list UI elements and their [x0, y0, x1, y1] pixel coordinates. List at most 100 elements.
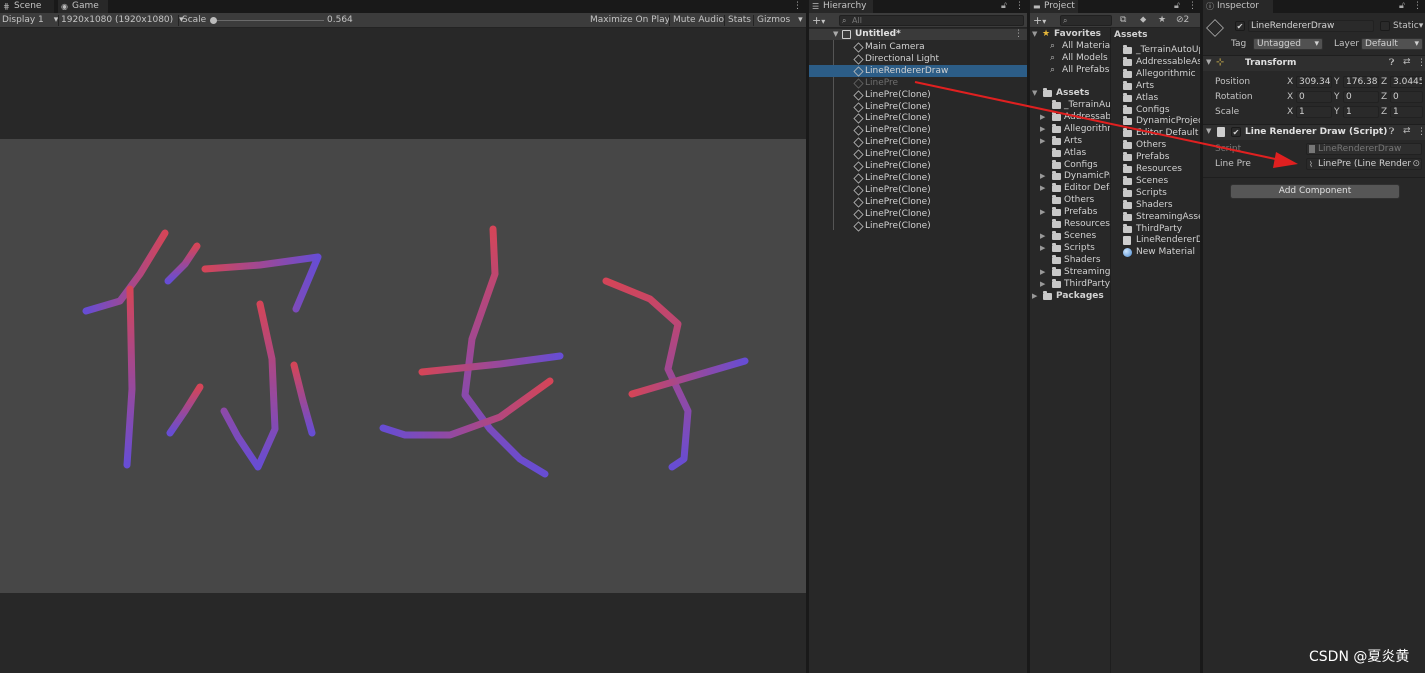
- rotation-y-field[interactable]: 0: [1343, 91, 1379, 103]
- axis-label[interactable]: Z: [1381, 106, 1387, 118]
- project-folder[interactable]: _TerrainAu: [1040, 99, 1110, 111]
- lock-icon[interactable]: 🔓︎: [1001, 0, 1007, 13]
- script-component-header[interactable]: ▼ ✔ Line Renderer Draw (Script) ❓︎ ⇄ ⋮: [1203, 124, 1425, 140]
- favorites-item[interactable]: ⌕ All Materia: [1050, 40, 1110, 52]
- project-folder[interactable]: Atlas: [1040, 147, 1110, 159]
- favorite-star-icon[interactable]: ★: [1158, 13, 1166, 28]
- collapse-arrow-icon[interactable]: ▼: [1032, 28, 1037, 40]
- hierarchy-item[interactable]: Main Camera: [809, 41, 1027, 53]
- expand-arrow-icon[interactable]: ▶: [1040, 278, 1045, 290]
- tab-game[interactable]: ◉ Game: [58, 0, 108, 13]
- asset-item[interactable]: Configs: [1123, 104, 1200, 116]
- favorites-item[interactable]: ⌕ All Models: [1050, 52, 1110, 64]
- expand-arrow-icon[interactable]: ▶: [1032, 290, 1037, 302]
- tag-dropdown[interactable]: Untagged ▾: [1253, 38, 1323, 50]
- axis-label[interactable]: Y: [1334, 76, 1340, 88]
- asset-item[interactable]: Atlas: [1123, 92, 1200, 104]
- axis-label[interactable]: X: [1287, 91, 1293, 103]
- hierarchy-item[interactable]: LinePre(Clone): [809, 89, 1027, 101]
- hierarchy-item[interactable]: LinePre(Clone): [809, 220, 1027, 232]
- hierarchy-item[interactable]: LinePre(Clone): [809, 208, 1027, 220]
- asset-item[interactable]: AddressableAss: [1123, 56, 1200, 68]
- expand-arrow-icon[interactable]: ▶: [1040, 170, 1045, 182]
- tab-scene[interactable]: ⋕ Scene: [0, 0, 54, 13]
- asset-item[interactable]: New Material: [1123, 246, 1200, 258]
- add-component-button[interactable]: Add Component: [1230, 184, 1400, 199]
- hidden-packages-button[interactable]: ⊘2: [1176, 13, 1189, 28]
- panel-menu-icon[interactable]: ⋮: [793, 0, 802, 13]
- layer-dropdown[interactable]: Default ▾: [1361, 38, 1423, 50]
- hierarchy-item[interactable]: LinePre(Clone): [809, 184, 1027, 196]
- component-enabled-checkbox[interactable]: ✔: [1231, 127, 1241, 137]
- create-button[interactable]: +▾: [812, 13, 825, 29]
- asset-item[interactable]: Allegorithmic: [1123, 68, 1200, 80]
- project-folder[interactable]: ▶ Prefabs: [1040, 206, 1110, 218]
- component-menu-icon[interactable]: ⋮: [1417, 127, 1425, 137]
- hierarchy-item[interactable]: LinePre(Clone): [809, 124, 1027, 136]
- asset-item[interactable]: Shaders: [1123, 199, 1200, 211]
- axis-label[interactable]: Y: [1334, 91, 1340, 103]
- expand-arrow-icon[interactable]: ▶: [1040, 206, 1045, 218]
- asset-item[interactable]: Resources: [1123, 163, 1200, 175]
- expand-arrow-icon[interactable]: ▶: [1040, 230, 1045, 242]
- asset-item[interactable]: Others: [1123, 139, 1200, 151]
- panel-menu-icon[interactable]: ⋮: [1188, 0, 1197, 13]
- project-folder[interactable]: ▶ Arts: [1040, 135, 1110, 147]
- project-folder[interactable]: ▶ ThirdParty: [1040, 278, 1110, 290]
- scale-slider-handle[interactable]: [210, 17, 217, 24]
- expand-arrow-icon[interactable]: ▶: [1040, 182, 1045, 194]
- rotation-x-field[interactable]: 0: [1296, 91, 1332, 103]
- filter-type-icon[interactable]: ⧉: [1120, 13, 1126, 28]
- project-folder[interactable]: ▶ Streaming/: [1040, 266, 1110, 278]
- scale-z-field[interactable]: 1: [1390, 106, 1423, 118]
- position-x-field[interactable]: 309.34: [1296, 76, 1332, 88]
- tab-project[interactable]: ▬ Project: [1030, 0, 1078, 13]
- collapse-arrow-icon[interactable]: ▼: [1032, 87, 1037, 99]
- asset-item[interactable]: ThirdParty: [1123, 223, 1200, 235]
- create-button[interactable]: +▾: [1033, 13, 1046, 29]
- axis-label[interactable]: Z: [1381, 76, 1387, 88]
- hierarchy-item[interactable]: LinePre(Clone): [809, 112, 1027, 124]
- hierarchy-item[interactable]: LinePre(Clone): [809, 160, 1027, 172]
- hierarchy-item[interactable]: LinePre(Clone): [809, 148, 1027, 160]
- mute-audio-button[interactable]: Mute Audio: [673, 13, 724, 28]
- tab-inspector[interactable]: ⓘ Inspector: [1203, 0, 1273, 13]
- hierarchy-search-input[interactable]: ⌕ All: [839, 15, 1024, 26]
- favorites-item[interactable]: ⌕ All Prefabs: [1050, 64, 1110, 76]
- project-folder[interactable]: ▶Allegorithm: [1040, 123, 1110, 135]
- game-view[interactable]: [0, 28, 806, 673]
- lock-icon[interactable]: 🔓︎: [1399, 0, 1405, 13]
- resolution-dropdown[interactable]: 1920x1080 (1920x1080) ▾: [61, 13, 184, 28]
- scale-slider[interactable]: [212, 20, 324, 21]
- active-checkbox[interactable]: ✔: [1235, 21, 1245, 31]
- lock-icon[interactable]: 🔓︎: [1174, 0, 1180, 13]
- help-icon[interactable]: ❓︎: [1389, 127, 1394, 137]
- asset-item[interactable]: Prefabs: [1123, 151, 1200, 163]
- scene-menu-icon[interactable]: ⋮: [1014, 29, 1023, 40]
- collapse-arrow-icon[interactable]: ▼: [833, 29, 838, 40]
- project-folder[interactable]: ▶ DynamicPr: [1040, 170, 1110, 182]
- expand-arrow-icon[interactable]: ▼: [1206, 127, 1211, 135]
- hierarchy-item[interactable]: LinePre(Clone): [809, 101, 1027, 113]
- expand-arrow-icon[interactable]: ▼: [1206, 58, 1211, 66]
- hierarchy-item[interactable]: LinePre: [809, 77, 1027, 89]
- expand-arrow-icon[interactable]: ▶: [1040, 123, 1045, 135]
- transform-header[interactable]: ▼ ⊹ Transform ❓︎ ⇄ ⋮: [1203, 55, 1425, 71]
- project-folder[interactable]: ▶ Scenes: [1040, 230, 1110, 242]
- project-folder[interactable]: ▶ Scripts: [1040, 242, 1110, 254]
- project-search-input[interactable]: ⌕: [1060, 15, 1112, 26]
- hierarchy-item[interactable]: LinePre(Clone): [809, 196, 1027, 208]
- asset-item[interactable]: _TerrainAutoUp: [1123, 44, 1200, 56]
- assets-header[interactable]: ▼ Assets: [1032, 87, 1110, 99]
- project-folder[interactable]: ▶ Editor Defa: [1040, 182, 1110, 194]
- scene-header[interactable]: ▼ Untitled* ⋮: [809, 29, 1027, 40]
- expand-arrow-icon[interactable]: ▶: [1040, 111, 1045, 123]
- axis-label[interactable]: X: [1287, 106, 1293, 118]
- position-z-field[interactable]: 3.0445: [1390, 76, 1423, 88]
- static-checkbox[interactable]: [1380, 21, 1390, 31]
- rotation-z-field[interactable]: 0: [1390, 91, 1423, 103]
- axis-label[interactable]: Y: [1334, 106, 1340, 118]
- gizmos-button[interactable]: Gizmos ▾: [757, 13, 803, 28]
- assets-breadcrumb[interactable]: Assets: [1114, 29, 1147, 41]
- scale-x-field[interactable]: 1: [1296, 106, 1332, 118]
